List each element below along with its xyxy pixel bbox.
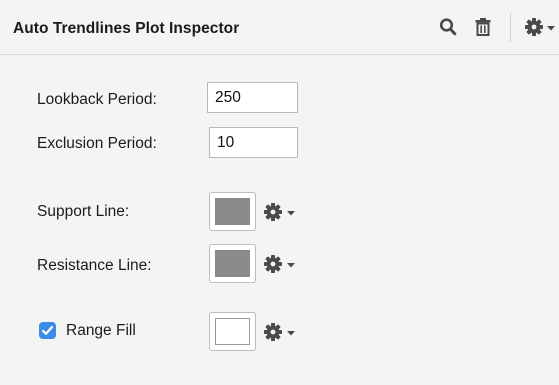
header-divider: [510, 13, 511, 42]
chevron-down-icon: [547, 26, 555, 31]
range-fill-checkbox[interactable]: [39, 322, 56, 339]
support-line-gear-icon[interactable]: [263, 201, 299, 223]
inspector-header: Auto Trendlines Plot Inspector: [0, 0, 559, 55]
resistance-line-color-swatch[interactable]: [209, 244, 256, 283]
resistance-line-gear-icon[interactable]: [263, 253, 299, 275]
lookback-period-input[interactable]: 250: [207, 82, 298, 113]
checkmark-icon: [41, 325, 54, 335]
range-fill-color-fill: [215, 318, 250, 345]
range-fill-label: Range Fill: [66, 322, 136, 339]
lookback-period-label: Lookback Period:: [37, 91, 157, 108]
trash-icon[interactable]: [474, 17, 492, 37]
exclusion-period-input[interactable]: 10: [209, 127, 298, 158]
range-fill-gear-icon[interactable]: [263, 321, 299, 343]
search-icon[interactable]: [439, 17, 457, 37]
exclusion-period-label: Exclusion Period:: [37, 135, 157, 152]
plot-inspector-panel: Auto Trendlines Plot Inspector Lookback …: [0, 0, 559, 385]
resistance-line-color-fill: [215, 250, 250, 277]
support-line-label: Support Line:: [37, 203, 130, 220]
support-line-color-swatch[interactable]: [209, 192, 256, 231]
resistance-line-label: Resistance Line:: [37, 257, 152, 274]
support-line-color-fill: [215, 198, 250, 225]
range-fill-color-swatch[interactable]: [209, 312, 256, 351]
gear-icon[interactable]: [524, 16, 559, 38]
inspector-title: Auto Trendlines Plot Inspector: [13, 20, 240, 37]
